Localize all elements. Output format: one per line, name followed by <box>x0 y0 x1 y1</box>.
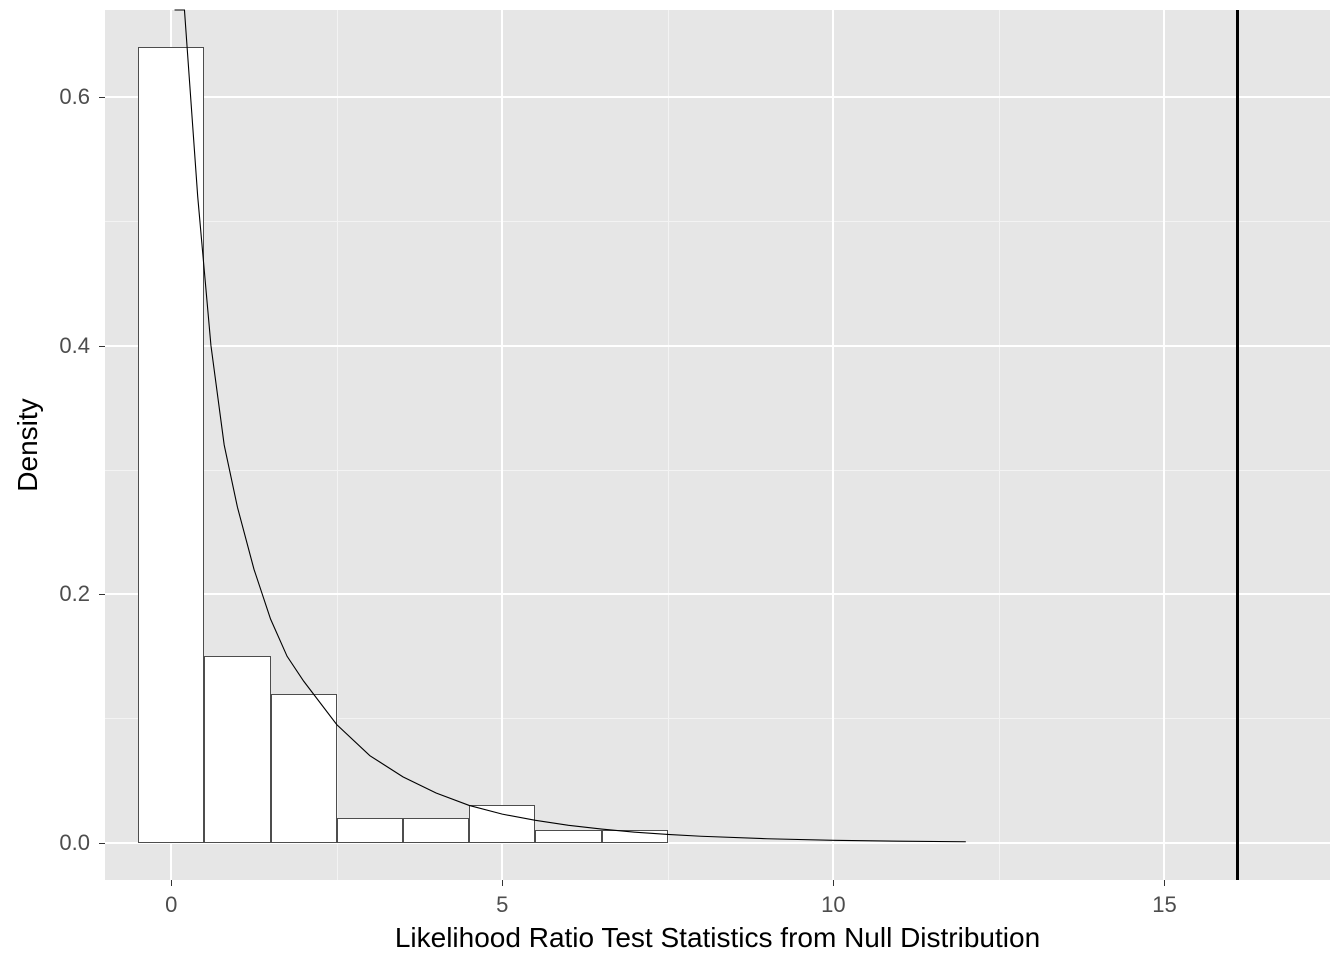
y-axis-title: Density <box>12 398 44 491</box>
y-tick-label: 0.0 <box>59 830 90 856</box>
x-tick-label: 0 <box>165 892 177 918</box>
x-tick-label: 10 <box>821 892 845 918</box>
y-tick-label: 0.4 <box>59 333 90 359</box>
observed-statistic-vline <box>1236 10 1239 880</box>
x-tick-label: 15 <box>1152 892 1176 918</box>
x-tick-label: 5 <box>496 892 508 918</box>
density-curve <box>105 10 1330 880</box>
x-axis-title: Likelihood Ratio Test Statistics from Nu… <box>105 922 1330 954</box>
y-tick-label: 0.6 <box>59 84 90 110</box>
y-tick-label: 0.2 <box>59 581 90 607</box>
lrt-null-distribution-histogram: 0.0 0.2 0.4 0.6 0 5 10 15 Likelihood Ratio Tes… <box>0 0 1344 960</box>
plot-panel <box>105 10 1330 880</box>
